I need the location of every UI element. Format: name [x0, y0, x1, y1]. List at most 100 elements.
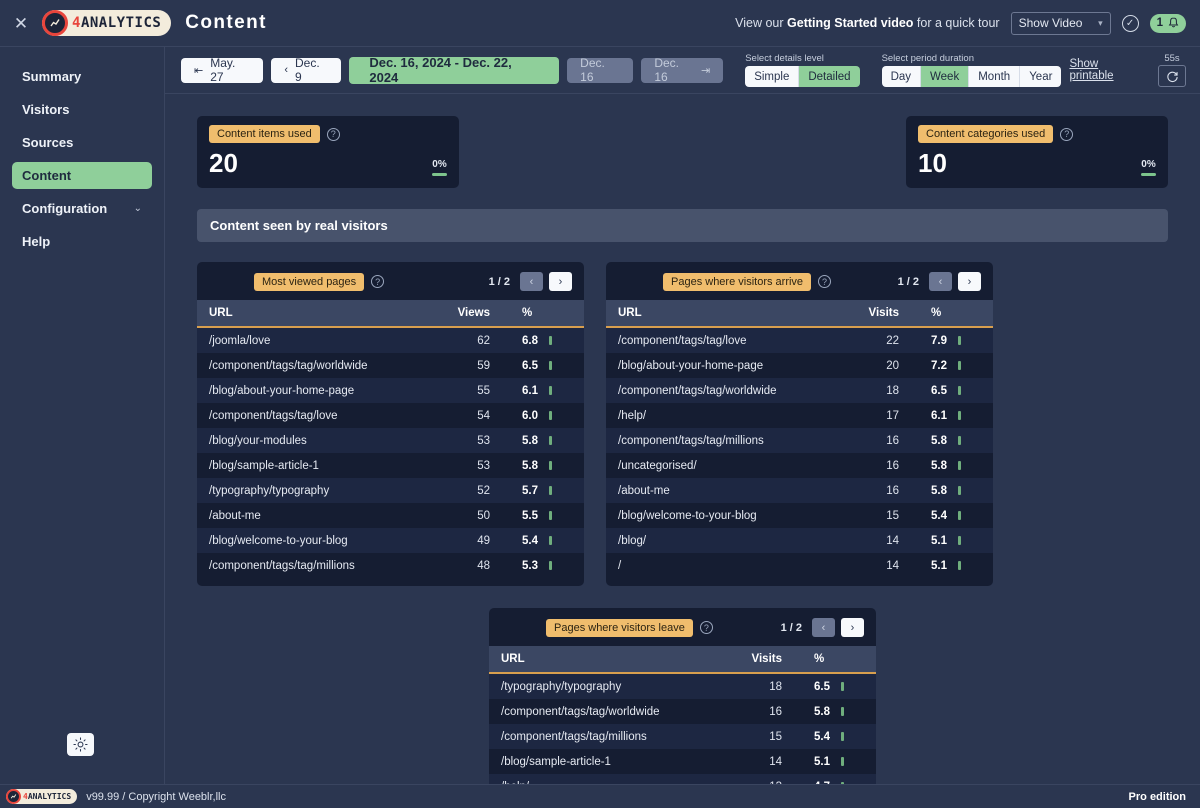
stat-value: 20: [209, 148, 238, 178]
details-level-segmented: Simple Detailed: [745, 66, 860, 87]
nav-first-period-button[interactable]: ⇤ May. 27: [181, 56, 264, 84]
arrive-rows: /component/tags/tag/love 22 7.9/blog/about…: [606, 327, 993, 578]
help-icon[interactable]: ?: [371, 275, 385, 288]
period-option-year[interactable]: Year: [1020, 66, 1062, 87]
notification-badge[interactable]: 1: [1149, 13, 1186, 33]
table-row[interactable]: /blog/sample-article-1 14 5.1: [489, 749, 876, 774]
top-bar-right: View our Getting Started video for a qui…: [735, 11, 1186, 35]
sidebar-item-visitors[interactable]: Visitors: [12, 96, 152, 123]
prev-page-button[interactable]: ‹: [520, 272, 543, 291]
refresh-button[interactable]: [1158, 65, 1186, 87]
cell-url: /component/tags/tag/millions: [618, 434, 764, 447]
next-page-button[interactable]: ›: [549, 272, 572, 291]
percent-bar-icon: [841, 756, 844, 766]
table-row[interactable]: /uncategorised/16 5.8: [606, 453, 993, 478]
show-video-label: Show Video: [1018, 16, 1083, 30]
date-toolbar: ⇤ May. 27 ‹ Dec. 9 Dec. 16, 2024 - Dec. …: [165, 47, 1200, 94]
table-row[interactable]: /about-me 16 5.8: [606, 478, 993, 503]
stat-value: 10: [918, 148, 947, 178]
table-row[interactable]: /component/tags/tag/millions 48 5.3: [197, 553, 584, 578]
stat-badge[interactable]: Content categories used: [918, 125, 1054, 143]
main-area: ⇤ May. 27 ‹ Dec. 9 Dec. 16, 2024 - Dec. …: [165, 47, 1200, 784]
period-option-week[interactable]: Week: [921, 66, 970, 87]
prev-page-button[interactable]: ‹: [929, 272, 952, 291]
sidebar-label: Configuration: [22, 201, 108, 216]
prev-page-button[interactable]: ‹: [812, 618, 835, 637]
panel-pages-visitors-arrive: Pages where visitors arrive ? 1 / 2 ‹ › …: [606, 262, 993, 586]
toolbar-right: Show printable 55s: [1069, 53, 1186, 87]
help-icon[interactable]: ?: [1060, 127, 1074, 141]
panel-badge[interactable]: Most viewed pages: [254, 272, 365, 291]
table-row[interactable]: /joomla/love 62 6.8: [197, 327, 584, 353]
cell-url: /typography/typography: [501, 680, 622, 693]
details-option-detailed[interactable]: Detailed: [799, 66, 860, 87]
nav-next-period-button[interactable]: Dec. 16: [567, 56, 634, 84]
theme-toggle-button[interactable]: [67, 733, 94, 756]
table-row[interactable]: /typography/typography 52 5.7: [197, 478, 584, 503]
refresh-countdown: 55s: [1164, 53, 1180, 64]
cell-count: 15: [769, 730, 782, 743]
table-row[interactable]: /component/tags/tag/millions 16 5.8: [606, 428, 993, 453]
panel-header: Most viewed pages ? 1 / 2 ‹ ›: [197, 272, 584, 300]
table-row[interactable]: /blog/your-modules 53 5.8: [197, 428, 584, 453]
table-row[interactable]: /blog/welcome-to-your-blog 15 5.4: [606, 503, 993, 528]
current-period-button[interactable]: Dec. 16, 2024 - Dec. 22, 2024: [349, 55, 560, 85]
panel-badge[interactable]: Pages where visitors leave: [546, 618, 693, 637]
details-option-simple[interactable]: Simple: [745, 66, 800, 87]
percent-bar-icon: [958, 460, 961, 470]
cell-url: /help/: [489, 774, 718, 785]
stat-card-header: Content categories used ?: [918, 125, 1156, 143]
help-icon[interactable]: ?: [326, 127, 340, 141]
table-row[interactable]: /blog/sample-article-1 53 5.8: [197, 453, 584, 478]
table-row[interactable]: /component/tags/tag/love 22 7.9: [606, 327, 993, 353]
nav-last-period-button[interactable]: Dec. 16 ⇥: [641, 56, 724, 84]
cell-percent: 5.1: [804, 749, 876, 774]
sidebar-item-content[interactable]: Content: [12, 162, 152, 189]
table-row[interactable]: /component/tags/tag/millions 15 5.4: [489, 724, 876, 749]
cell-percent: 5.4: [921, 503, 993, 528]
sidebar-item-configuration[interactable]: Configuration ⌄: [12, 195, 152, 222]
nav-prev-period-button[interactable]: ‹ Dec. 9: [271, 56, 342, 84]
table-row[interactable]: /component/tags/tag/worldwide 59 6.5: [197, 353, 584, 378]
table-row[interactable]: /component/tags/tag/worldwide 16 5.8: [489, 699, 876, 724]
percent-bar-icon: [958, 410, 961, 420]
stat-badge[interactable]: Content items used: [209, 125, 320, 143]
table-row[interactable]: /about-me 50 5.5: [197, 503, 584, 528]
table-row[interactable]: /blog/14 5.1: [606, 528, 993, 553]
sidebar-item-sources[interactable]: Sources: [12, 129, 152, 156]
help-icon[interactable]: ?: [818, 275, 832, 288]
sidebar-label: Sources: [22, 135, 74, 150]
cell-percent: 5.1: [921, 553, 993, 578]
sidebar-item-summary[interactable]: Summary: [12, 63, 152, 90]
content-scroll-area[interactable]: Content items used ? 20 0% Content categ…: [165, 94, 1200, 784]
table-row[interactable]: / 14 5.1: [606, 553, 993, 578]
col-visits: Visits: [718, 646, 804, 674]
table-row[interactable]: /component/tags/tag/worldwide 18 6.5: [606, 378, 993, 403]
brand-name: 4ANALYTICS: [72, 15, 161, 31]
period-option-month[interactable]: Month: [969, 66, 1021, 87]
panel-badge[interactable]: Pages where visitors arrive: [663, 272, 812, 291]
sidebar-item-help[interactable]: Help: [12, 228, 152, 255]
table-row[interactable]: /help/134.7: [489, 774, 876, 784]
next-page-button[interactable]: ›: [841, 618, 864, 637]
first-arrow-icon: ⇤: [194, 64, 204, 77]
percent-bar-icon: [958, 360, 961, 370]
check-circle-icon[interactable]: ✓: [1121, 14, 1139, 32]
table-row[interactable]: /help/17 6.1: [606, 403, 993, 428]
close-icon[interactable]: ✕: [8, 10, 34, 36]
period-option-day[interactable]: Day: [881, 66, 922, 87]
table-row[interactable]: /blog/about-your-home-page 55 6.1: [197, 378, 584, 403]
show-printable-link[interactable]: Show printable: [1069, 58, 1142, 82]
tour-link[interactable]: Getting Started video: [787, 16, 913, 30]
table-row[interactable]: /blog/about-your-home-page 20 7.2: [606, 353, 993, 378]
help-icon[interactable]: ?: [699, 621, 713, 634]
table-row[interactable]: /component/tags/tag/love 54 6.0: [197, 403, 584, 428]
show-video-dropdown[interactable]: Show Video ▾: [1010, 11, 1111, 35]
percent-bar-icon: [841, 706, 844, 716]
percent-bar-icon: [958, 385, 961, 395]
cell-count: 48: [477, 559, 490, 572]
table-row[interactable]: /typography/typography 18 6.5: [489, 673, 876, 699]
table-row[interactable]: /blog/welcome-to-your-blog 49 5.4: [197, 528, 584, 553]
most-viewed-table: URL Views % /joomla/love 62 6.8/component/…: [197, 300, 584, 578]
next-page-button[interactable]: ›: [958, 272, 981, 291]
